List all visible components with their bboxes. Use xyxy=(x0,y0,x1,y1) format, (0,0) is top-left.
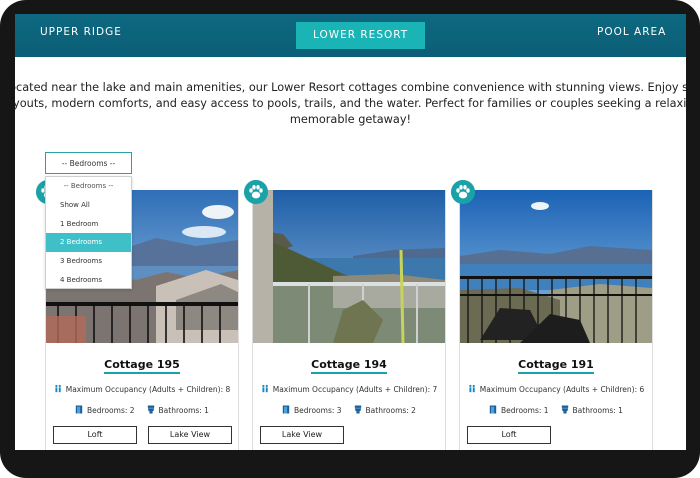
toilet-icon xyxy=(147,405,154,414)
rooms-line: Bedrooms: 1 Bathrooms: 1 xyxy=(460,405,652,415)
rooms-line: Bedrooms: 3 Bathrooms: 2 xyxy=(253,405,445,415)
occupancy-text: Maximum Occupancy (Adults + Children): 7 xyxy=(272,385,438,394)
paw-icon xyxy=(244,180,268,204)
people-icon xyxy=(468,384,475,393)
cottage-photo xyxy=(460,190,652,343)
dropdown-option-4-bedrooms[interactable]: 4 Bedrooms xyxy=(46,271,131,290)
occupancy-text: Maximum Occupancy (Adults + Children): 6 xyxy=(479,385,645,394)
door-icon xyxy=(75,405,83,414)
intro-line: Located near the lake and main amenities… xyxy=(15,81,686,94)
device-frame: UPPER RIDGE LOWER RESORT POOL AREA Locat… xyxy=(0,0,700,478)
bedrooms-select[interactable]: -- Bedrooms -- xyxy=(45,152,132,174)
dropdown-option-1-bedroom[interactable]: 1 Bedroom xyxy=(46,215,131,234)
people-icon xyxy=(54,384,61,393)
toilet-icon xyxy=(561,405,568,414)
door-icon xyxy=(282,405,290,414)
door-icon xyxy=(489,405,497,414)
dropdown-option-2-bedrooms[interactable]: 2 Bedrooms xyxy=(46,233,131,253)
rooms-line: Bedrooms: 2 Bathrooms: 1 xyxy=(46,405,238,415)
cottage-title-text[interactable]: Cottage 195 xyxy=(104,358,180,374)
people-icon xyxy=(261,384,268,393)
occupancy-line: Maximum Occupancy (Adults + Children): 8 xyxy=(46,384,238,394)
bathrooms-text: Bathrooms: 2 xyxy=(365,406,416,415)
cottage-card[interactable]: Cottage 191 Maximum Occupancy (Adults + … xyxy=(459,190,653,450)
occupancy-line: Maximum Occupancy (Adults + Children): 6 xyxy=(460,384,652,394)
intro-line: layouts, modern comforts, and easy acces… xyxy=(15,97,686,110)
cottage-title-text[interactable]: Cottage 191 xyxy=(518,358,594,374)
tag-lake-view-button[interactable]: Lake View xyxy=(260,426,344,444)
cottage-photo xyxy=(253,190,445,343)
occupancy-line: Maximum Occupancy (Adults + Children): 7 xyxy=(253,384,445,394)
cottage-title[interactable]: Cottage 194 xyxy=(253,358,445,374)
dropdown-option-3-bedrooms[interactable]: 3 Bedrooms xyxy=(46,252,131,271)
occupancy-text: Maximum Occupancy (Adults + Children): 8 xyxy=(65,385,231,394)
dropdown-option-show-all[interactable]: Show All xyxy=(46,196,131,215)
cottage-title-text[interactable]: Cottage 194 xyxy=(311,358,387,374)
nav-upper-ridge[interactable]: UPPER RIDGE xyxy=(40,26,122,38)
bathrooms-text: Bathrooms: 1 xyxy=(572,406,623,415)
bedrooms-text: Bedrooms: 2 xyxy=(87,406,135,415)
cottage-card[interactable]: Cottage 194 Maximum Occupancy (Adults + … xyxy=(252,190,446,450)
bedrooms-dropdown: -- Bedrooms -- Show All 1 Bedroom 2 Bedr… xyxy=(45,176,132,289)
cottage-title[interactable]: Cottage 195 xyxy=(46,358,238,374)
bedrooms-text: Bedrooms: 3 xyxy=(294,406,342,415)
intro-text: Located near the lake and main amenities… xyxy=(15,80,686,128)
nav-pool-area[interactable]: POOL AREA xyxy=(597,26,666,38)
tag-loft-button[interactable]: Loft xyxy=(467,426,551,444)
paw-icon xyxy=(451,180,475,204)
nav-lower-resort[interactable]: LOWER RESORT xyxy=(296,22,426,49)
cottage-title[interactable]: Cottage 191 xyxy=(460,358,652,374)
screen: UPPER RIDGE LOWER RESORT POOL AREA Locat… xyxy=(15,14,686,450)
resort-nav: UPPER RIDGE LOWER RESORT POOL AREA xyxy=(15,14,686,57)
intro-line: memorable getaway! xyxy=(289,113,412,126)
bathrooms-text: Bathrooms: 1 xyxy=(158,406,209,415)
toilet-icon xyxy=(354,405,361,414)
tag-lake-view-button[interactable]: Lake View xyxy=(148,426,232,444)
tag-loft-button[interactable]: Loft xyxy=(53,426,137,444)
dropdown-option-placeholder[interactable]: -- Bedrooms -- xyxy=(46,177,131,196)
bedrooms-text: Bedrooms: 1 xyxy=(501,406,549,415)
